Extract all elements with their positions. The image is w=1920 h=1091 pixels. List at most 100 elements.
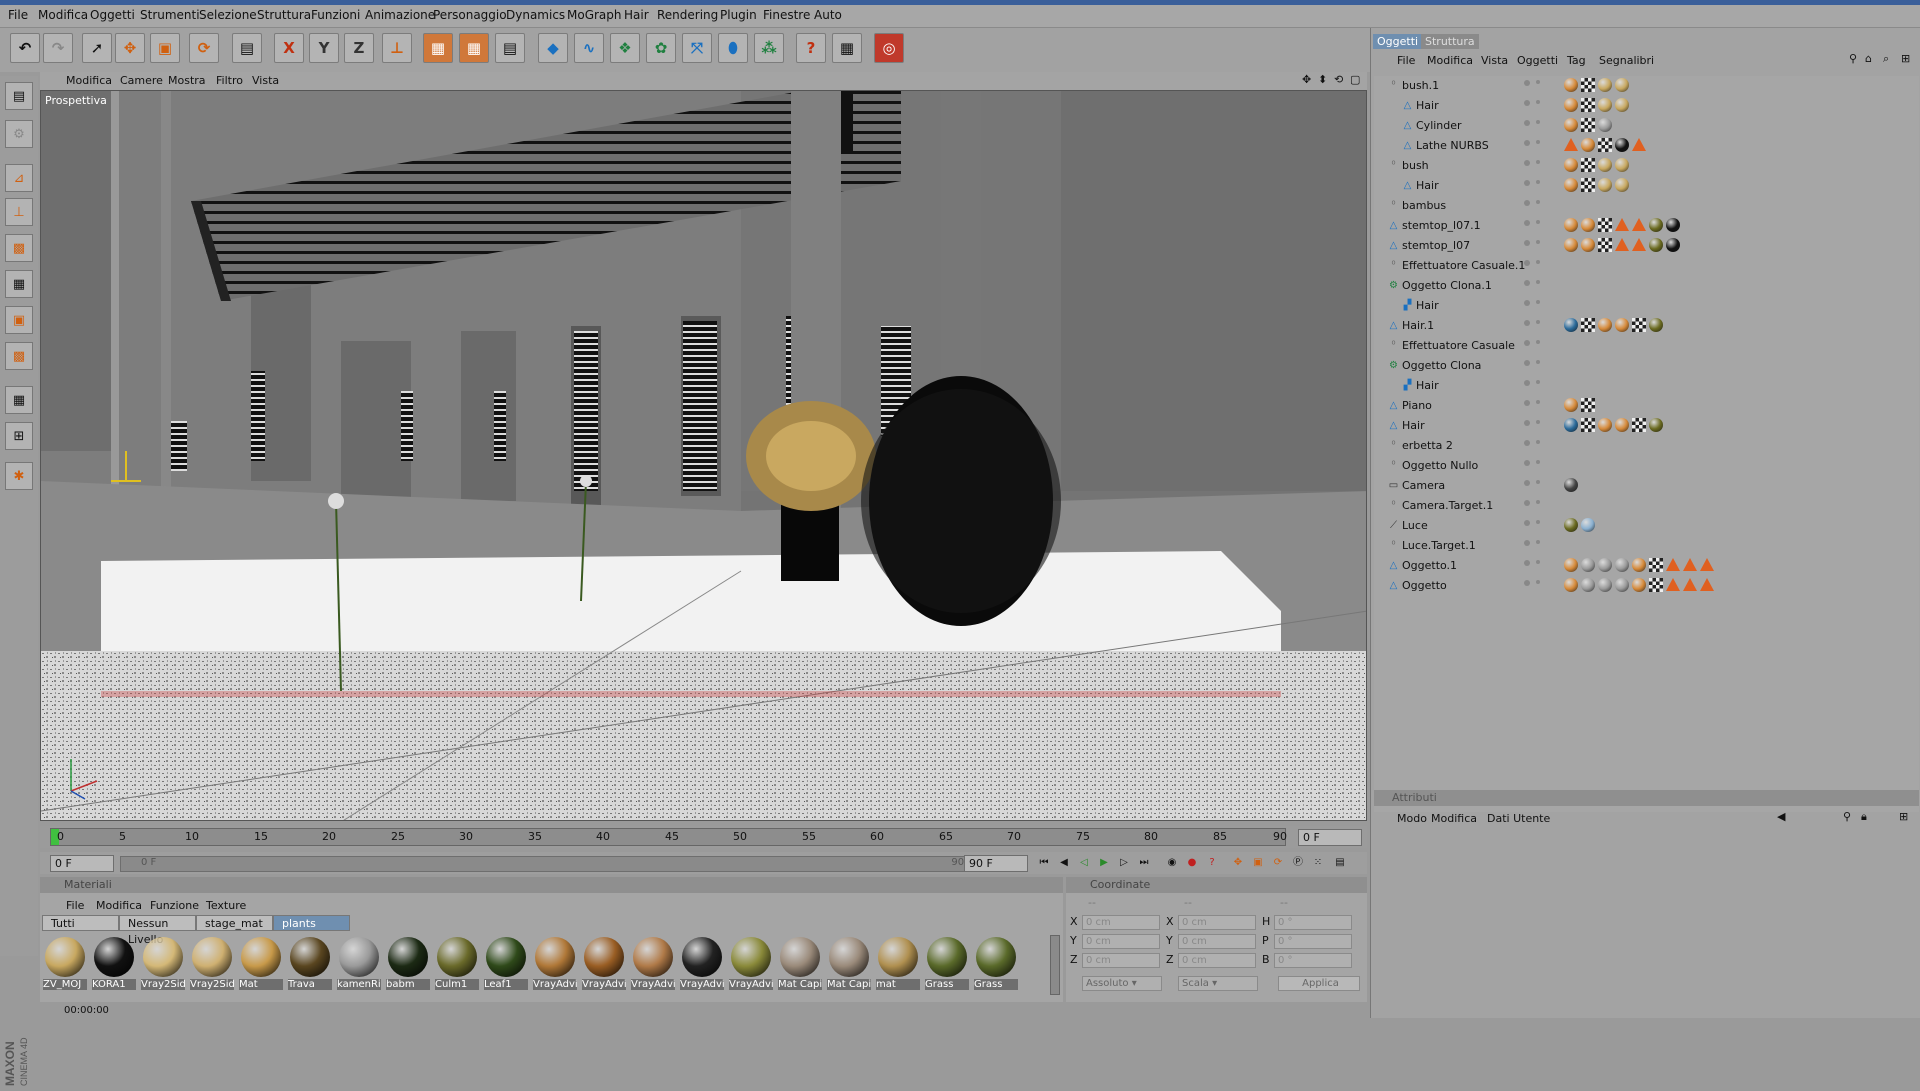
material-swatch[interactable]: mat [875,935,921,995]
menu-mograph[interactable]: MoGraph [567,8,622,22]
rotation-b-field[interactable]: 0 ° [1274,953,1352,968]
material-swatch[interactable]: ZV_MOJ [42,935,88,995]
object-name[interactable]: Hair [1416,179,1439,192]
obj-search-icon[interactable]: ⚲ [1849,52,1857,65]
material-swatch[interactable]: Vray2Sid [189,935,235,995]
warning-tag-icon[interactable] [1632,138,1646,151]
texture-tag-icon[interactable] [1581,318,1595,332]
go-to-end-icon[interactable]: ⏭ [1136,855,1152,871]
table-icon[interactable]: ▦ [832,33,862,63]
menu-selezione[interactable]: Selezione [199,8,257,22]
vp-menu-camere[interactable]: Camere [120,74,163,87]
object-name[interactable]: stemtop_l07.1 [1402,219,1481,232]
object-row[interactable]: △ Hair [1374,176,1919,196]
texture-tag-icon[interactable] [1581,398,1595,412]
visibility-dots[interactable] [1524,80,1544,92]
ball-grey-tag-icon[interactable] [1598,578,1612,592]
texture-tag-icon[interactable] [1649,578,1663,592]
visibility-dots[interactable] [1524,220,1544,232]
next-key-icon[interactable]: ▷ [1116,855,1132,871]
ball-green-tag-icon[interactable] [1649,218,1663,232]
orange-tag-icon[interactable] [1581,138,1595,152]
vp-menu-mostra[interactable]: Mostra [168,74,206,87]
object-name[interactable]: Oggetto Nullo [1402,459,1478,472]
object-row[interactable]: △ stemtop_l07.1 [1374,216,1919,236]
object-name[interactable]: Lathe NURBS [1416,139,1489,152]
obj-menu-file[interactable]: File [1397,54,1415,67]
attr-search-icon[interactable]: ⚲ [1843,810,1851,823]
attr-lock-icon[interactable]: 🔒︎ [1861,810,1867,824]
visibility-dots[interactable] [1524,400,1544,412]
mat-menu-modifica[interactable]: Modifica [96,899,142,912]
deformer-icon[interactable]: ⤧ [682,33,712,63]
object-row[interactable]: ⁰ Camera.Target.1 [1374,496,1919,516]
visibility-dots[interactable] [1524,560,1544,572]
object-name[interactable]: Cylinder [1416,119,1462,132]
object-row[interactable]: ⁰ bush.1 [1374,76,1919,96]
redo-icon[interactable]: ↷ [43,33,73,63]
layout-icon[interactable]: ▤ [5,82,33,110]
mat-tab-tutti[interactable]: Tutti [42,915,119,931]
frame-range-slider[interactable]: 0 F 90 F [120,856,982,872]
mat-menu-texture[interactable]: Texture [206,899,246,912]
orange-tag-icon[interactable] [1632,578,1646,592]
visibility-dots[interactable] [1524,480,1544,492]
ball-grey-tag-icon[interactable] [1598,118,1612,132]
object-row[interactable]: ⁰ Effettuatore Casuale [1374,336,1919,356]
texture-tag-icon[interactable] [1632,318,1646,332]
material-swatch[interactable]: Leaf1 [483,935,529,995]
menu-dynamics[interactable]: Dynamics [506,8,565,22]
texture-tag-icon[interactable] [1598,238,1612,252]
play-backward-icon[interactable]: ◁ [1076,855,1092,871]
object-name[interactable]: Camera.Target.1 [1402,499,1493,512]
orange-tag-icon[interactable] [1564,558,1578,572]
menu-struttura[interactable]: Struttura [257,8,311,22]
ball-grey-tag-icon[interactable] [1581,558,1595,572]
visibility-dots[interactable] [1524,520,1544,532]
warning-tag-icon[interactable] [1632,218,1646,231]
web-icon[interactable]: ◎ [874,33,904,63]
orange-tag-icon[interactable] [1564,178,1578,192]
obj-menu-segnalibri[interactable]: Segnalibri [1599,54,1654,67]
orange-tag-icon[interactable] [1615,418,1629,432]
vp-dolly-icon[interactable]: ⬍ [1318,73,1327,86]
visibility-dots[interactable] [1524,300,1544,312]
attr-menu-modifica[interactable]: Modifica [1431,812,1477,825]
texture-tag-icon[interactable] [1581,178,1595,192]
warning-tag-icon[interactable] [1666,578,1680,591]
y-axis-icon[interactable]: Y [309,33,339,63]
key-position-icon[interactable]: ✥ [1230,855,1246,871]
material-swatch[interactable]: KORA1 [91,935,137,995]
sculpt-icon[interactable]: ⚙ [5,120,33,148]
object-name[interactable]: Hair.1 [1402,319,1434,332]
object-name[interactable]: bambus [1402,199,1446,212]
material-swatch[interactable]: Grass [924,935,970,995]
orange-tag-icon[interactable] [1564,98,1578,112]
attr-panel-menu-icon[interactable]: ⊞ [1899,810,1908,823]
orange-tag-icon[interactable] [1564,578,1578,592]
material-swatch[interactable]: Mat Capi [777,935,823,995]
material-swatch[interactable]: kamenRi [336,935,382,995]
object-name[interactable]: bush.1 [1402,79,1439,92]
hair-tag-icon[interactable] [1564,418,1578,432]
timeline-settings-icon[interactable]: ▤ [1332,855,1348,871]
warning-tag-icon[interactable] [1700,558,1714,571]
tab-struttura[interactable]: Struttura [1421,34,1479,49]
ball-black-tag-icon[interactable] [1666,218,1680,232]
visibility-dots[interactable] [1524,160,1544,172]
ball-grey-tag-icon[interactable] [1615,558,1629,572]
ball-tag-icon[interactable] [1598,98,1612,112]
mat-tab-plants[interactable]: plants [273,915,350,931]
ball-tag-icon[interactable] [1615,98,1629,112]
object-name[interactable]: Hair [1416,99,1439,112]
visibility-dots[interactable] [1524,460,1544,472]
ball-green-tag-icon[interactable] [1564,518,1578,532]
ball-tag-icon[interactable] [1615,78,1629,92]
key-pla-icon[interactable]: ⁙ [1310,855,1326,871]
orange-tag-icon[interactable] [1564,158,1578,172]
attr-menu-modo[interactable]: Modo [1397,812,1427,825]
orange-tag-icon[interactable] [1598,318,1612,332]
orange-tag-icon[interactable] [1581,238,1595,252]
3d-viewport[interactable]: Prospettiva [40,90,1367,821]
orange-tag-icon[interactable] [1581,218,1595,232]
